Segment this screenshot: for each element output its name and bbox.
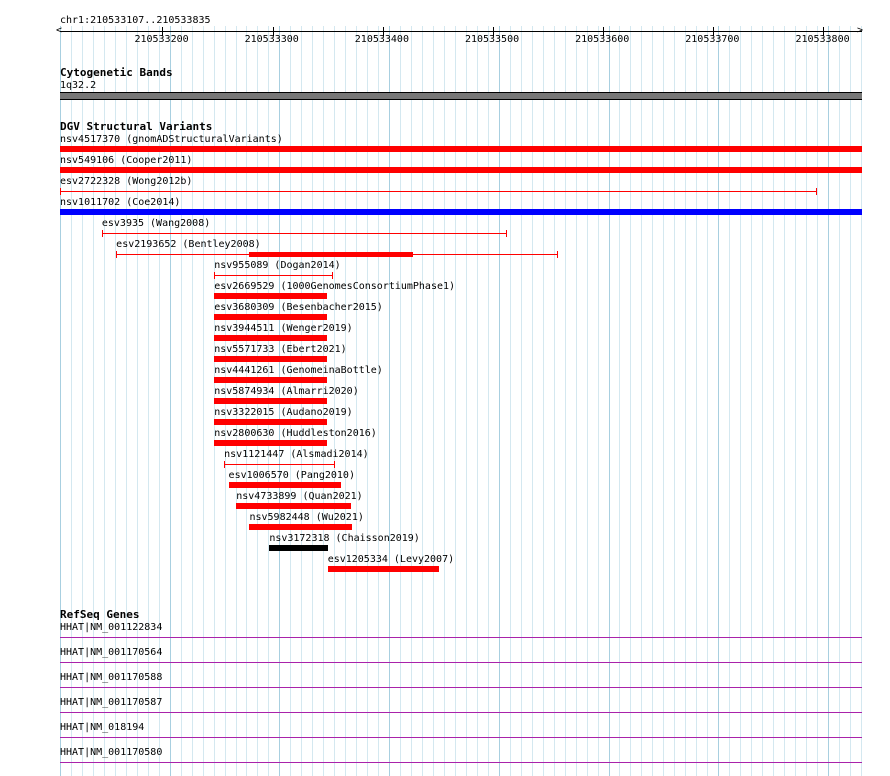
dgv-feature-core[interactable]: [249, 252, 413, 257]
background-grid: [60, 26, 862, 776]
dgv-feature-label[interactable]: nsv3172318 (Chaisson2019): [269, 533, 420, 544]
dgv-feature-glyph[interactable]: [214, 440, 327, 446]
location-label: chr1:210533107..210533835: [60, 15, 211, 26]
refseq-intron-line[interactable]: [60, 712, 862, 713]
dgv-feature-glyph[interactable]: [214, 293, 327, 299]
refseq-track-title: RefSeq Genes: [60, 608, 140, 621]
dgv-feature-glyph[interactable]: [60, 209, 862, 215]
dgv-feature-glyph[interactable]: [214, 377, 327, 383]
dgv-feature-label[interactable]: nsv5982448 (Wu2021): [249, 512, 363, 523]
refseq-feature-label[interactable]: HHAT|NM_018194: [60, 722, 144, 733]
dgv-feature-glyph[interactable]: [214, 275, 333, 276]
ruler-arrow-right: >: [857, 25, 864, 36]
dgv-feature-glyph[interactable]: [269, 545, 328, 551]
ruler-tick-label: 210533700: [685, 34, 740, 45]
dgv-feature-label[interactable]: nsv955089 (Dogan2014): [214, 260, 340, 271]
cytoband-bar[interactable]: [60, 92, 862, 100]
cytoband-track-title: Cytogenetic Bands: [60, 66, 173, 79]
dgv-feature-glyph[interactable]: [224, 464, 335, 465]
refseq-feature-label[interactable]: HHAT|NM_001170564: [60, 647, 162, 658]
ruler-tick-label: 210533200: [134, 34, 189, 45]
refseq-intron-line[interactable]: [60, 687, 862, 688]
ruler-tick-label: 210533500: [464, 34, 520, 45]
dgv-feature-glyph[interactable]: [60, 167, 862, 173]
dgv-feature-glyph[interactable]: [60, 191, 816, 192]
dgv-feature-glyph[interactable]: [228, 482, 341, 488]
dgv-feature-cap: [506, 230, 508, 237]
ruler-tick-label: 210533300: [244, 34, 299, 45]
refseq-feature-label[interactable]: HHAT|NM_001122834: [60, 622, 162, 633]
refseq-feature-label[interactable]: HHAT|NM_001170588: [60, 672, 162, 683]
dgv-feature-cap: [332, 272, 334, 279]
dgv-feature-label[interactable]: esv2722328 (Wong2012b): [60, 176, 192, 187]
dgv-feature-label[interactable]: nsv549106 (Cooper2011): [60, 155, 192, 166]
dgv-feature-label[interactable]: nsv3322015 (Audano2019): [214, 407, 352, 418]
dgv-feature-glyph[interactable]: [327, 566, 439, 572]
dgv-feature-glyph[interactable]: [214, 356, 327, 362]
dgv-feature-cap: [556, 251, 558, 258]
ruler-tick-label: 210533400: [354, 34, 409, 45]
dgv-feature-label[interactable]: nsv2800630 (Huddleston2016): [214, 428, 377, 439]
dgv-feature-glyph[interactable]: [214, 314, 327, 320]
dgv-feature-label[interactable]: nsv5874934 (Almarri2020): [214, 386, 359, 397]
dgv-feature-glyph[interactable]: [249, 524, 352, 530]
dgv-feature-label[interactable]: esv1006570 (Pang2010): [229, 470, 355, 481]
dgv-track-title: DGV Structural Variants: [60, 120, 213, 133]
dgv-feature-label[interactable]: nsv1011702 (Coe2014): [60, 197, 180, 208]
dgv-feature-cap: [214, 272, 216, 279]
dgv-feature-label[interactable]: esv3680309 (Besenbacher2015): [214, 302, 383, 313]
dgv-feature-glyph[interactable]: [236, 503, 351, 509]
dgv-feature-label[interactable]: esv1205334 (Levy2007): [328, 554, 454, 565]
dgv-feature-glyph[interactable]: [60, 146, 862, 152]
refseq-intron-line[interactable]: [60, 662, 862, 663]
dgv-feature-cap: [334, 461, 336, 468]
dgv-feature-glyph[interactable]: [101, 233, 507, 234]
ruler-arrow-left: <: [56, 25, 63, 36]
dgv-feature-label[interactable]: nsv5571733 (Ebert2021): [214, 344, 346, 355]
dgv-feature-label[interactable]: esv2669529 (1000GenomesConsortiumPhase1): [214, 281, 455, 292]
dgv-feature-cap: [815, 188, 817, 195]
dgv-feature-cap: [101, 230, 103, 237]
dgv-feature-label[interactable]: nsv4441261 (GenomeinaBottle): [214, 365, 383, 376]
genome-browser-panel[interactable]: chr1:210533107..210533835 < >210533200 210…: [0, 0, 890, 776]
ruler-tick-label: 210533800: [795, 34, 850, 45]
ruler-axis-line: [60, 31, 862, 32]
refseq-intron-line[interactable]: [60, 637, 862, 638]
cytoband-label: 1q32.2: [60, 80, 97, 91]
dgv-feature-cap: [116, 251, 118, 258]
dgv-feature-label[interactable]: nsv1121447 (Alsmadi2014): [224, 449, 369, 460]
refseq-intron-line[interactable]: [60, 762, 862, 763]
refseq-feature-label[interactable]: HHAT|NM_001170580: [60, 747, 162, 758]
dgv-feature-glyph[interactable]: [214, 335, 327, 341]
dgv-feature-glyph[interactable]: [214, 419, 327, 425]
dgv-feature-label[interactable]: esv3935 (Wang2008): [102, 218, 210, 229]
dgv-feature-glyph[interactable]: [214, 398, 327, 404]
dgv-feature-label[interactable]: nsv3944511 (Wenger2019): [214, 323, 352, 334]
refseq-feature-label[interactable]: HHAT|NM_001170587: [60, 697, 162, 708]
dgv-feature-cap: [60, 188, 61, 195]
dgv-feature-label[interactable]: nsv4733899 (Quan2021): [236, 491, 362, 502]
dgv-feature-cap: [224, 461, 226, 468]
dgv-feature-label[interactable]: nsv4517370 (gnomADStructuralVariants): [60, 134, 283, 145]
refseq-intron-line[interactable]: [60, 737, 862, 738]
ruler-tick-label: 210533600: [575, 34, 630, 45]
dgv-feature-label[interactable]: esv2193652 (Bentley2008): [116, 239, 261, 250]
